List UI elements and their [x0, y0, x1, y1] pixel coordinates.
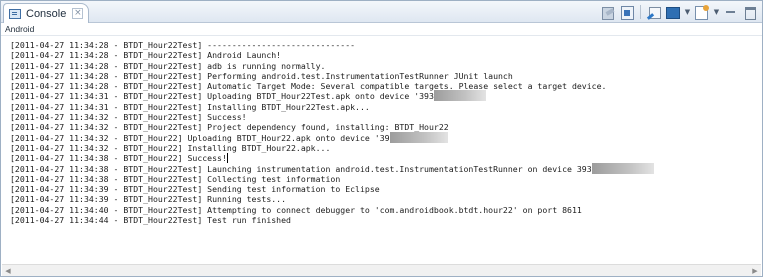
console-log-line: [2011-04-27 11:34:28 - BTDT_Hour22Test] …: [10, 40, 761, 50]
open-console-icon[interactable]: [694, 4, 710, 20]
maximize-icon[interactable]: [742, 4, 758, 20]
console-log-line: [2011-04-27 11:34:38 - BTDT_Hour22Test] …: [10, 162, 761, 174]
log-text: [2011-04-27 11:34:32 - BTDT_Hour22] Inst…: [10, 142, 331, 153]
log-text: [2011-04-27 11:34:31 - BTDT_Hour22Test] …: [10, 101, 370, 112]
log-text: [2011-04-27 11:34:28 - BTDT_Hour22Test] …: [10, 50, 282, 61]
view-title-bar: Console × ▼ ▼: [1, 1, 762, 23]
scroll-right-icon[interactable]: ▶: [749, 265, 761, 277]
console-icon: [9, 8, 21, 19]
clear-console-icon[interactable]: [600, 4, 616, 20]
log-text: [2011-04-27 11:34:28 - BTDT_Hour22Test] …: [10, 40, 356, 50]
view-toolbar: ▼ ▼: [600, 4, 758, 20]
close-icon[interactable]: ×: [72, 8, 84, 19]
horizontal-scrollbar[interactable]: ◀ ▶: [2, 264, 761, 276]
console-log-line: [2011-04-27 11:34:31 - BTDT_Hour22Test] …: [10, 102, 761, 112]
console-output[interactable]: [2011-04-27 11:34:28 - BTDT_Hour22Test] …: [2, 36, 761, 263]
tab-console[interactable]: Console ×: [3, 3, 89, 23]
log-text: [2011-04-27 11:34:28 - BTDT_Hour22Test] …: [10, 70, 513, 81]
log-text: [2011-04-27 11:34:39 - BTDT_Hour22Test] …: [10, 184, 380, 195]
console-log-line: [2011-04-27 11:34:28 - BTDT_Hour22Test] …: [10, 81, 761, 91]
log-text: [2011-04-27 11:34:32 - BTDT_Hour22] Uplo…: [10, 132, 390, 143]
console-log-line: [2011-04-27 11:34:39 - BTDT_Hour22Test] …: [10, 184, 761, 194]
console-log-line: [2011-04-27 11:34:28 - BTDT_Hour22Test] …: [10, 61, 761, 71]
log-text: [2011-04-27 11:34:31 - BTDT_Hour22Test] …: [10, 91, 434, 102]
console-log-line: [2011-04-27 11:34:44 - BTDT_Hour22Test] …: [10, 215, 761, 225]
console-log-line: [2011-04-27 11:34:28 - BTDT_Hour22Test] …: [10, 50, 761, 60]
console-log-line: [2011-04-27 11:34:32 - BTDT_Hour22Test] …: [10, 122, 761, 132]
log-text: [2011-04-27 11:34:28 - BTDT_Hour22Test] …: [10, 60, 326, 71]
log-text: [2011-04-27 11:34:32 - BTDT_Hour22Test] …: [10, 112, 247, 123]
console-name-label: Android: [1, 23, 762, 36]
log-text: [2011-04-27 11:34:32 - BTDT_Hour22Test] …: [10, 122, 449, 133]
toolbar-separator: [640, 5, 641, 19]
scroll-lock-icon[interactable]: [619, 4, 635, 20]
display-selected-console-icon[interactable]: [665, 4, 681, 20]
console-log-line: [2011-04-27 11:34:39 - BTDT_Hour22Test] …: [10, 194, 761, 204]
console-log-line: [2011-04-27 11:34:40 - BTDT_Hour22Test] …: [10, 205, 761, 215]
console-log-line: [2011-04-27 11:34:32 - BTDT_Hour22] Inst…: [10, 143, 761, 153]
console-log-line: [2011-04-27 11:34:38 - BTDT_Hour22Test] …: [10, 174, 761, 184]
redacted-device-id: [389, 131, 448, 143]
log-text: [2011-04-27 11:34:38 - BTDT_Hour22] Succ…: [10, 153, 227, 164]
minimize-icon[interactable]: [723, 4, 739, 20]
console-log-line: [2011-04-27 11:34:32 - BTDT_Hour22] Uplo…: [10, 131, 761, 143]
chevron-down-icon[interactable]: ▼: [684, 4, 691, 20]
redacted-device-id: [433, 90, 486, 102]
log-text: [2011-04-27 11:34:38 - BTDT_Hour22Test] …: [10, 163, 592, 174]
log-text: [2011-04-27 11:34:28 - BTDT_Hour22Test] …: [10, 81, 607, 92]
text-cursor: [226, 153, 228, 164]
scroll-left-icon[interactable]: ◀: [2, 265, 14, 277]
console-view: Console × ▼ ▼ Android [2011-04-27 11:34:…: [0, 0, 763, 277]
redacted-device-id: [591, 162, 654, 174]
log-text: [2011-04-27 11:34:40 - BTDT_Hour22Test] …: [10, 204, 582, 215]
chevron-down-icon[interactable]: ▼: [713, 4, 720, 20]
tab-label: Console: [26, 7, 67, 20]
log-text: [2011-04-27 11:34:39 - BTDT_Hour22Test] …: [10, 194, 287, 205]
console-log-line: [2011-04-27 11:34:28 - BTDT_Hour22Test] …: [10, 71, 761, 81]
console-log-line: [2011-04-27 11:34:32 - BTDT_Hour22Test] …: [10, 112, 761, 122]
log-text: [2011-04-27 11:34:38 - BTDT_Hour22Test] …: [10, 173, 341, 184]
console-log-line: [2011-04-27 11:34:31 - BTDT_Hour22Test] …: [10, 90, 761, 102]
pin-console-icon[interactable]: [646, 4, 662, 20]
log-text: [2011-04-27 11:34:44 - BTDT_Hour22Test] …: [10, 215, 291, 226]
